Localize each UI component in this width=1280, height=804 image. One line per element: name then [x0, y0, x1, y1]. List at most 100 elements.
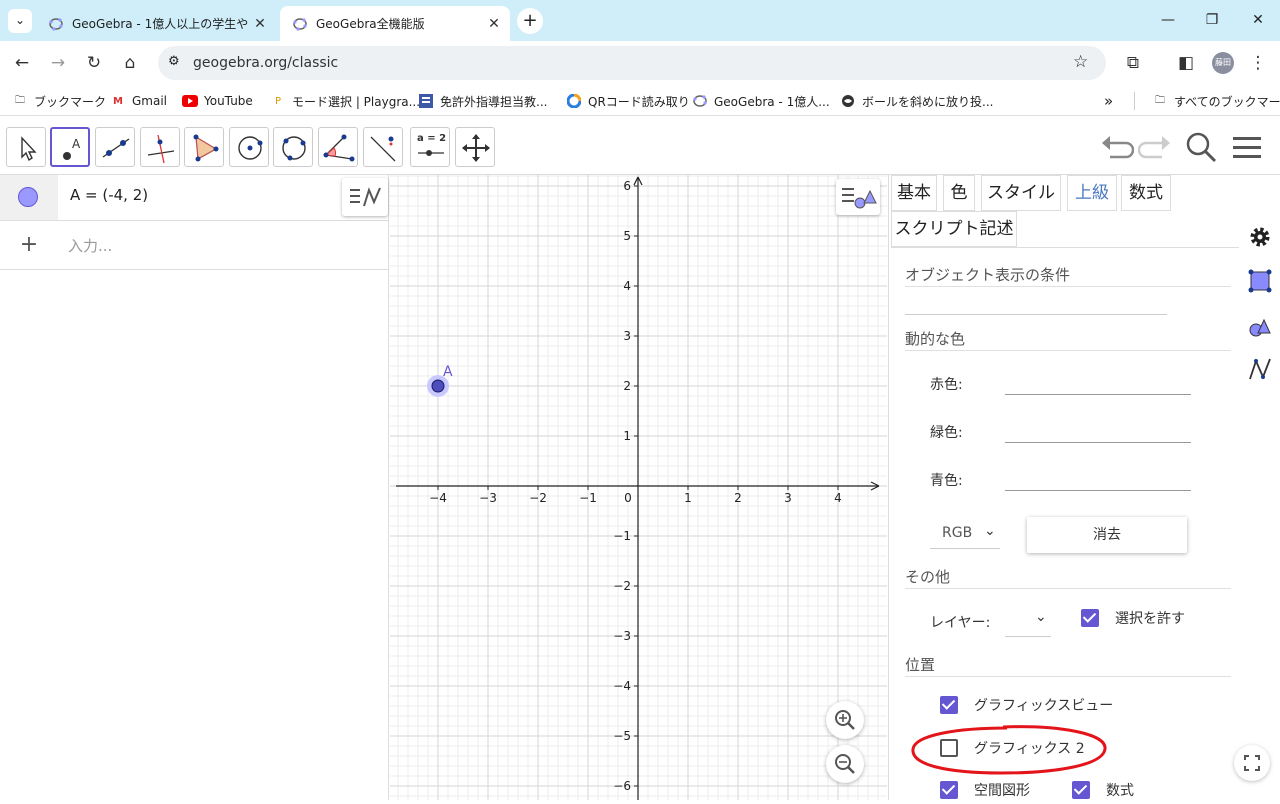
new-tab-button[interactable]: +	[517, 8, 543, 34]
conic-tool-button[interactable]	[273, 127, 313, 167]
circle-icon	[238, 136, 263, 160]
circle-tool-button[interactable]	[229, 127, 269, 167]
x-tick-label: 3	[784, 491, 792, 505]
extensions-icon[interactable]: ⧉	[1121, 51, 1145, 75]
angle-tool-button[interactable]	[318, 127, 358, 167]
move-tool-button[interactable]	[6, 127, 46, 167]
home-icon[interactable]: ⌂	[118, 51, 142, 75]
bookmark-star-icon[interactable]: ☆	[1073, 52, 1088, 72]
layer-select[interactable]: ⌄	[1005, 605, 1051, 637]
minimize-icon[interactable]: —	[1148, 8, 1188, 32]
zoom-in-button[interactable]	[826, 701, 864, 739]
hamburger-menu-icon[interactable]	[1233, 135, 1261, 163]
move-graphics-tool-button[interactable]	[455, 127, 495, 167]
blue-input[interactable]	[1005, 490, 1191, 491]
gear-icon[interactable]	[1248, 225, 1272, 253]
coordinate-plane[interactable]: −4 −3 −2 −1 0 1 2 3 4 6 5 4 3 2 1 −1 −2 −3 −4 −5 −6 A	[390, 175, 887, 800]
restore-icon[interactable]: ❐	[1192, 8, 1232, 32]
color-mode-select[interactable]: RGB ⌄	[930, 519, 1000, 549]
bookmark-item[interactable]: YouTube	[182, 91, 253, 111]
undo-icon[interactable]	[1100, 131, 1135, 165]
bookmark-item[interactable]: QRコード読み取り	[566, 91, 690, 111]
geogebra-icon	[692, 93, 708, 109]
slider-tool-button[interactable]: a = 2	[410, 127, 450, 167]
space-checkbox[interactable]	[940, 781, 958, 799]
all-bookmarks-button[interactable]: 🗀すべてのブックマーク	[1152, 91, 1280, 111]
tab-scripting[interactable]: スクリプト記述	[891, 211, 1017, 247]
arrow-cursor-icon	[21, 136, 37, 162]
perpendicular-tool-button[interactable]	[140, 127, 180, 167]
red-input[interactable]	[1005, 394, 1191, 395]
y-tick-label: −5	[613, 729, 631, 743]
reload-icon[interactable]: ↻	[82, 51, 106, 75]
green-input[interactable]	[1005, 442, 1191, 443]
properties-category-strip	[1234, 175, 1280, 800]
x-tick-label: −1	[579, 491, 597, 505]
bookmarks-divider	[1134, 92, 1135, 110]
fullscreen-button[interactable]	[1234, 745, 1270, 781]
red-label: 赤色:	[930, 377, 963, 393]
polygon-tool-button[interactable]	[184, 127, 224, 167]
algebra-style-button[interactable]	[342, 178, 388, 216]
browser-toolbar: ← → ↻ ⌂ ⚙ geogebra.org/classic ☆ ⧉ ◧ 藤田 …	[0, 41, 1280, 85]
side-panel-icon[interactable]: ◧	[1174, 51, 1198, 75]
tab-algebra[interactable]: 数式	[1121, 175, 1171, 211]
back-icon[interactable]: ←	[10, 51, 34, 75]
tab-geogebra-classic[interactable]: GeoGebra全機能版 ✕	[280, 6, 510, 41]
bookmark-item[interactable]: GeoGebra - 1億人...	[692, 91, 830, 111]
graphics-view-label: グラフィックスビュー	[974, 698, 1114, 714]
graphics-view-checkbox[interactable]	[940, 696, 958, 714]
geogebra-icon	[292, 16, 308, 32]
bookmark-item[interactable]: 🗀 ブックマーク	[12, 91, 106, 111]
point-object-icon[interactable]	[1248, 269, 1272, 297]
tab-color[interactable]: 色	[943, 175, 975, 211]
line-tool-button[interactable]	[95, 127, 135, 167]
site-info-icon[interactable]: ⚙	[168, 54, 180, 69]
graphics-style-button[interactable]	[836, 179, 880, 215]
redo-icon[interactable]	[1137, 131, 1172, 165]
bookmark-item[interactable]: ボールを斜めに放り投...	[840, 91, 993, 111]
reflect-tool-button[interactable]	[363, 127, 403, 167]
bookmark-item[interactable]: P モード選択 | Playgra...	[270, 91, 420, 111]
zoom-out-button[interactable]	[826, 745, 864, 783]
address-bar[interactable]: ⚙ geogebra.org/classic ☆	[158, 46, 1106, 80]
condition-input[interactable]	[905, 314, 1167, 315]
layer-label: レイヤー:	[930, 615, 991, 631]
tab-style[interactable]: スタイル	[981, 175, 1061, 211]
tab-search-button[interactable]: ⌄	[8, 9, 32, 33]
allow-select-checkbox[interactable]	[1081, 609, 1099, 627]
menu-kebab-icon[interactable]: ⋮	[1246, 51, 1270, 75]
tab-basic[interactable]: 基本	[891, 175, 937, 211]
line-icon	[102, 138, 130, 158]
graphics-view[interactable]: −4 −3 −2 −1 0 1 2 3 4 6 5 4 3 2 1 −1 −2 −3 −4 −5 −6 A	[390, 175, 887, 800]
close-tab-icon[interactable]: ✕	[484, 16, 504, 32]
profile-avatar[interactable]: 藤田	[1212, 52, 1234, 74]
slider-tool-label: a = 2	[417, 133, 447, 144]
close-window-icon[interactable]: ✕	[1238, 8, 1278, 32]
close-tab-icon[interactable]: ✕	[250, 16, 270, 32]
clear-button[interactable]: 消去	[1027, 517, 1187, 553]
search-icon[interactable]	[1185, 131, 1217, 167]
shapes-icon[interactable]	[1248, 315, 1272, 343]
divider	[905, 676, 1231, 677]
tab-advanced[interactable]: 上級	[1067, 175, 1117, 211]
qr-reader-icon	[566, 93, 582, 109]
add-entry-icon[interactable]: +	[0, 222, 58, 270]
x-tick-label: −2	[529, 491, 547, 505]
forward-icon[interactable]: →	[46, 51, 70, 75]
bookmark-item[interactable]: 免許外指導担当教...	[418, 91, 547, 111]
point-tool-button[interactable]: A	[50, 127, 90, 167]
youtube-icon	[182, 93, 198, 109]
function-graph-icon[interactable]	[1248, 357, 1272, 385]
tab-geogebra-home[interactable]: GeoGebra - 1億人以上の学生や ✕	[36, 6, 276, 41]
algebra-entry-row[interactable]: A = (-4, 2)	[58, 175, 389, 221]
bookmark-item[interactable]: M Gmail	[110, 91, 167, 111]
more-bookmarks-button[interactable]: »	[1104, 91, 1113, 111]
reflect-icon	[370, 136, 396, 162]
formula-checkbox[interactable]	[1072, 781, 1090, 799]
space-label: 空間図形	[974, 783, 1030, 799]
chevron-down-icon: ⌄	[1035, 609, 1047, 625]
algebra-view: A = (-4, 2) + 入力...	[0, 175, 389, 800]
algebra-input[interactable]: 入力...	[58, 222, 389, 270]
visibility-toggle[interactable]	[0, 175, 58, 221]
